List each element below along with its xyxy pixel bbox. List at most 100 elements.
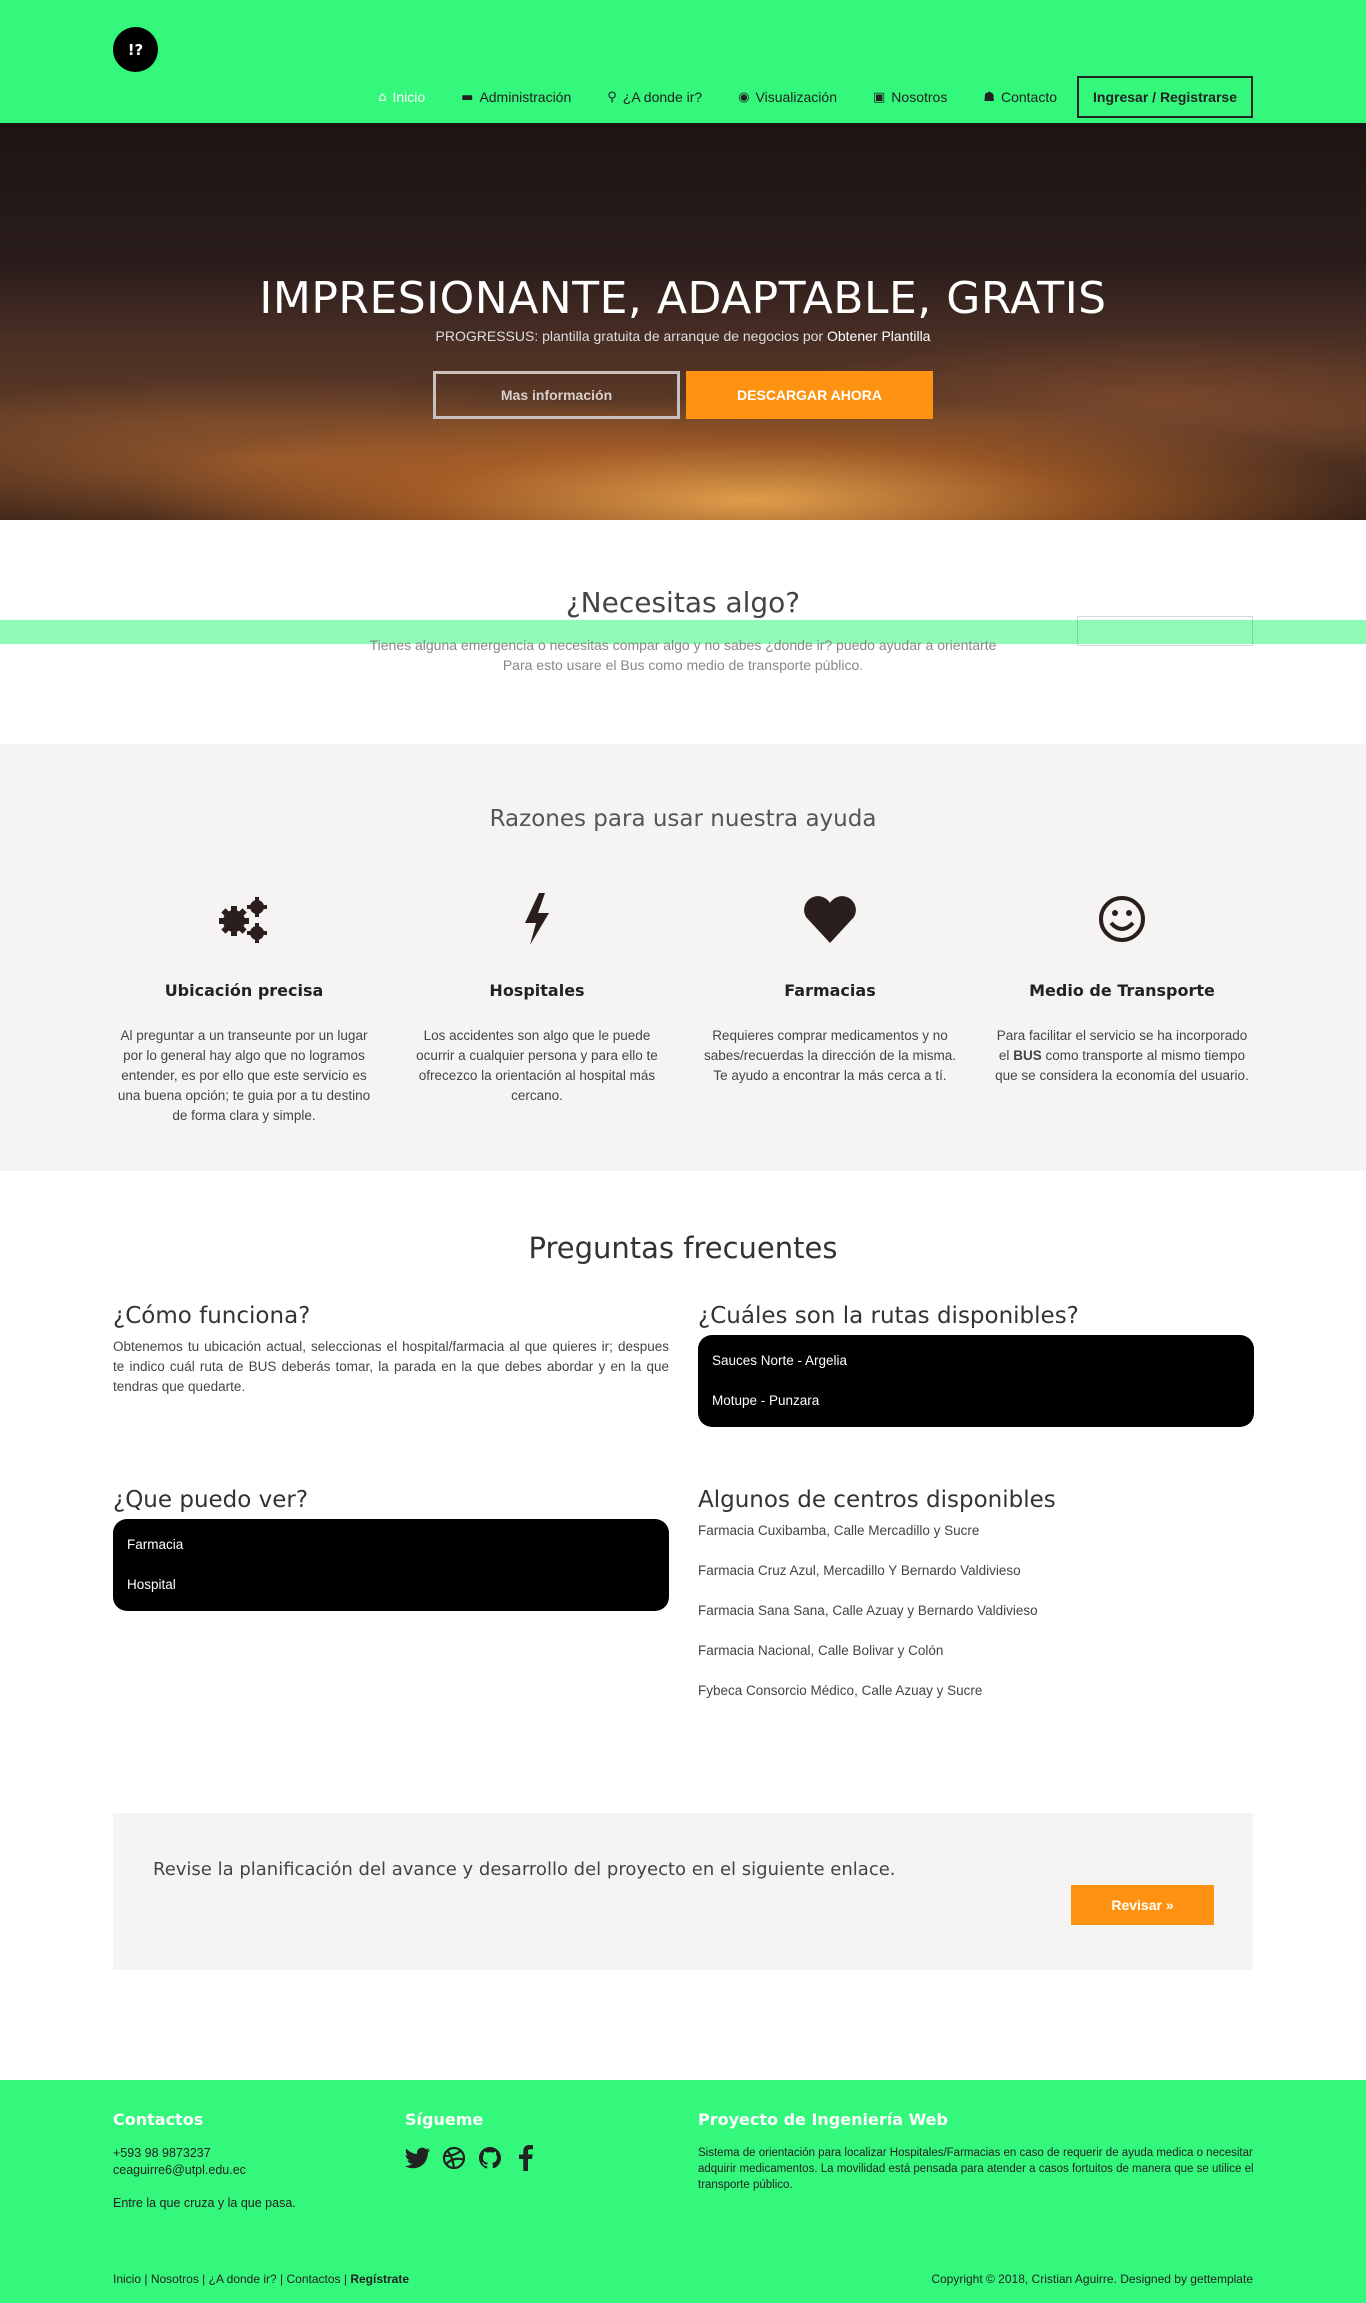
- see-item[interactable]: Farmacia: [127, 1535, 655, 1555]
- need-section: ¿Necesitas algo? Tienes alguna emergenci…: [0, 520, 1366, 744]
- need-title: ¿Necesitas algo?: [565, 586, 801, 619]
- footer-link-contactos[interactable]: Contactos: [286, 2272, 340, 2286]
- feature-farmacias: Farmacias Requieres comprar medicamentos…: [698, 889, 962, 1086]
- login-register-button[interactable]: Ingresar / Registrarse: [1077, 76, 1253, 118]
- eye-icon: ◉: [738, 89, 750, 105]
- nav-item-nosotros[interactable]: ▣ Nosotros: [873, 89, 947, 105]
- faq-routes: ¿Cuáles son la rutas disponibles? Sauces…: [698, 1303, 1254, 1427]
- hero-subtitle-link[interactable]: Obtener Plantilla: [827, 328, 931, 344]
- feature-ubicacion: Ubicación precisa Al preguntar a un tran…: [112, 889, 376, 1126]
- center-item: Farmacia Cruz Azul, Mercadillo Y Bernard…: [698, 1563, 1021, 1578]
- nav-label: Nosotros: [891, 89, 948, 105]
- nav-item-visualizacion[interactable]: ◉ Visualización: [738, 89, 837, 105]
- footer-project-text: Sistema de orientación para localizar Ho…: [698, 2147, 1254, 2191]
- footer-motto: Entre la que cruza y la que pasa.: [113, 2196, 296, 2210]
- footer-follow-title: Sígueme: [405, 2110, 484, 2129]
- need-text-1: Tienes alguna emergencia o necesitas com…: [369, 637, 997, 653]
- reasons-section: Razones para usar nuestra ayuda Ubicació…: [0, 744, 1366, 1171]
- cta-box: Revise la planificación del avance y des…: [113, 1813, 1253, 1970]
- feature-text: Los accidentes son algo que le puede ocu…: [416, 1028, 658, 1103]
- footer-link-nosotros[interactable]: Nosotros: [151, 2272, 199, 2286]
- center-item: Fybeca Consorcio Médico, Calle Azuay y S…: [698, 1683, 983, 1698]
- center-item: Farmacia Sana Sana, Calle Azuay y Bernar…: [698, 1603, 1038, 1618]
- footer-phone: +593 98 9873237: [113, 2146, 211, 2160]
- nav-label: ¿A donde ir?: [622, 89, 703, 105]
- navbar: !? ⌂ Inicio ▬ Administración ⚲ ¿A donde ir?…: [0, 0, 1366, 123]
- faq-centers-title: Algunos de centros disponibles: [698, 1487, 1056, 1513]
- center-item: Farmacia Cuxibamba, Calle Mercadillo y S…: [698, 1523, 980, 1538]
- nav-item-contacto[interactable]: ☗ Contacto: [983, 89, 1057, 105]
- github-icon[interactable]: [477, 2145, 503, 2171]
- user-icon: ☗: [983, 89, 995, 105]
- footer-link-inicio[interactable]: Inicio: [113, 2272, 141, 2286]
- feature-title: Hospitales: [489, 981, 585, 1000]
- footer-email[interactable]: ceaguirre6@utpl.edu.ec: [113, 2162, 373, 2179]
- nav-label: Administración: [479, 89, 572, 105]
- faq-section: Preguntas frecuentes ¿Cómo funciona? Obt…: [0, 1171, 1366, 1811]
- hero-banner: IMPRESIONANTE, ADAPTABLE, GRATIS PROGRES…: [0, 123, 1366, 520]
- footer-links: Inicio | Nosotros | ¿A donde ir? | Conta…: [113, 2272, 409, 2286]
- route-item[interactable]: Sauces Norte - Argelia: [712, 1351, 1240, 1371]
- need-text-2: Para esto usare el Bus como medio de tra…: [502, 657, 864, 673]
- faq-title: Preguntas frecuentes: [528, 1231, 838, 1265]
- faq-routes-title: ¿Cuáles son la rutas disponibles?: [698, 1303, 1079, 1329]
- download-now-button[interactable]: DESCARGAR AHORA: [686, 371, 933, 419]
- routes-list: Sauces Norte - Argelia Motupe - Punzara: [698, 1335, 1254, 1427]
- footer-link-registrate[interactable]: Regístrate: [350, 2272, 409, 2286]
- nav-label: Visualización: [755, 89, 837, 105]
- footer-contacts: Contactos +593 98 9873237 ceaguirre6@utp…: [113, 2110, 373, 2212]
- hero-subtitle: PROGRESSUS: plantilla gratuita de arranq…: [0, 328, 1366, 344]
- footer-link-a-donde-ir[interactable]: ¿A donde ir?: [209, 2272, 277, 2286]
- footer-project: Proyecto de Ingeniería Web Sistema de or…: [698, 2110, 1254, 2193]
- nav-item-a-donde-ir[interactable]: ⚲ ¿A donde ir?: [607, 89, 702, 105]
- smile-icon: [990, 889, 1254, 949]
- feature-text-bold: BUS: [1013, 1048, 1042, 1063]
- facebook-icon[interactable]: [513, 2145, 539, 2171]
- nav-label: Inicio: [392, 89, 426, 105]
- home-icon: ⌂: [378, 89, 387, 105]
- cta-text: Revise la planificación del avance y des…: [153, 1859, 896, 1880]
- see-item[interactable]: Hospital: [127, 1575, 655, 1595]
- faq-see: ¿Que puedo ver? Farmacia Hospital: [113, 1487, 669, 1611]
- faq-see-title: ¿Que puedo ver?: [113, 1487, 309, 1513]
- contact-book-icon: ▣: [873, 89, 886, 105]
- footer-follow: Sígueme: [405, 2110, 665, 2171]
- see-list: Farmacia Hospital: [113, 1519, 669, 1611]
- faq-how: ¿Cómo funciona? Obtenemos tu ubicación a…: [113, 1303, 669, 1397]
- feature-transporte: Medio de Transporte Para facilitar el se…: [990, 889, 1254, 1086]
- centers-list: Farmacia Cuxibamba, Calle Mercadillo y S…: [698, 1521, 1254, 1701]
- brand-logo[interactable]: !?: [113, 27, 158, 72]
- main-nav: ⌂ Inicio ▬ Administración ⚲ ¿A donde ir? ◉ V…: [342, 76, 1253, 118]
- dribbble-icon[interactable]: [441, 2145, 467, 2171]
- feature-title: Ubicación precisa: [164, 981, 324, 1000]
- more-info-button[interactable]: Mas información: [433, 371, 680, 419]
- faq-how-text: Obtenemos tu ubicación actual, seleccion…: [113, 1339, 669, 1394]
- route-item[interactable]: Motupe - Punzara: [712, 1391, 1240, 1411]
- feature-text: Para facilitar el servicio se ha incorpo…: [990, 1026, 1254, 1086]
- footer: Contactos +593 98 9873237 ceaguirre6@utp…: [0, 2080, 1366, 2303]
- feature-title: Medio de Transporte: [1029, 981, 1215, 1000]
- nav-item-administracion[interactable]: ▬ Administración: [461, 89, 571, 105]
- reasons-title: Razones para usar nuestra ayuda: [489, 806, 877, 832]
- center-item: Farmacia Nacional, Calle Bolivar y Colón: [698, 1643, 944, 1658]
- hero-subtitle-text: PROGRESSUS: plantilla gratuita de arranq…: [435, 328, 824, 344]
- hero-title: IMPRESIONANTE, ADAPTABLE, GRATIS: [259, 273, 1107, 324]
- nav-item-inicio[interactable]: ⌂ Inicio: [378, 89, 425, 105]
- feature-text: Requieres comprar medicamentos y no sabe…: [703, 1028, 957, 1083]
- twitter-icon[interactable]: [405, 2145, 431, 2171]
- gears-icon: [112, 889, 376, 949]
- faq-centers: Algunos de centros disponibles Farmacia …: [698, 1487, 1254, 1701]
- nav-label: Contacto: [1000, 89, 1058, 105]
- social-links: [405, 2145, 665, 2171]
- review-button[interactable]: Revisar »: [1071, 1885, 1214, 1925]
- feature-hospitales: Hospitales Los accidentes son algo que l…: [405, 889, 669, 1106]
- map-marker-icon: ⚲: [607, 89, 617, 105]
- footer-project-title: Proyecto de Ingeniería Web: [698, 2110, 948, 2129]
- hero-buttons: Mas información DESCARGAR AHORA: [0, 371, 1366, 419]
- footer-contacts-title: Contactos: [113, 2110, 204, 2129]
- heart-icon: [698, 889, 962, 949]
- footer-copyright: Copyright © 2018, Cristian Aguirre. Desi…: [931, 2272, 1253, 2286]
- feature-title: Farmacias: [784, 981, 876, 1000]
- feature-text: Al preguntar a un transeunte por un luga…: [117, 1028, 371, 1123]
- lightning-icon: [405, 889, 669, 949]
